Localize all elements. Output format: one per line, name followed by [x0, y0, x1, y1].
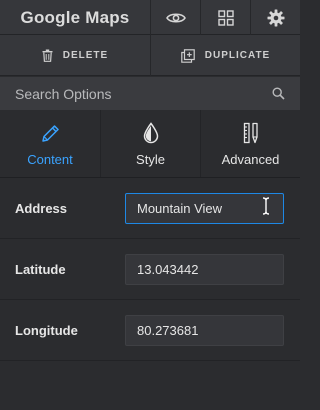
- latitude-label: Latitude: [15, 261, 66, 277]
- address-label: Address: [15, 200, 68, 216]
- tab-bar: Content Style Advanced: [0, 110, 300, 178]
- latitude-row: Latitude: [0, 239, 300, 300]
- longitude-input[interactable]: [125, 315, 284, 346]
- trash-icon: [42, 49, 53, 62]
- eye-icon: [165, 12, 186, 23]
- drop-icon: [143, 122, 158, 144]
- tools-icon: [243, 122, 258, 144]
- search-input[interactable]: [15, 85, 272, 102]
- delete-button[interactable]: DELETE: [0, 35, 150, 76]
- text-cursor-icon: [262, 197, 270, 215]
- longitude-row: Longitude: [0, 300, 300, 361]
- tab-advanced-label: Advanced: [221, 152, 280, 167]
- address-input[interactable]: [125, 193, 284, 224]
- search-bar: [0, 77, 300, 110]
- tab-content[interactable]: Content: [0, 110, 100, 177]
- duplicate-label: DUPLICATE: [204, 50, 271, 61]
- tab-content-label: Content: [27, 152, 73, 167]
- address-row: Address: [0, 178, 300, 239]
- settings-button[interactable]: [250, 0, 300, 35]
- grid-icon: [217, 9, 234, 26]
- preview-button[interactable]: [150, 0, 200, 35]
- panel-title: Google Maps: [20, 7, 130, 27]
- search-icon[interactable]: [272, 87, 285, 100]
- pencil-icon: [42, 125, 59, 142]
- action-bar: DELETE DUPLICATE: [0, 35, 300, 76]
- delete-label: DELETE: [62, 50, 109, 61]
- panel-header: Google Maps: [0, 0, 300, 35]
- tab-style-label: Style: [136, 152, 165, 167]
- longitude-label: Longitude: [15, 322, 78, 338]
- duplicate-icon: [180, 48, 195, 63]
- tab-style[interactable]: Style: [100, 110, 200, 177]
- layout-button[interactable]: [200, 0, 250, 35]
- latitude-input[interactable]: [125, 254, 284, 285]
- gear-icon: [267, 9, 284, 26]
- tab-advanced[interactable]: Advanced: [200, 110, 300, 177]
- duplicate-button[interactable]: DUPLICATE: [150, 35, 300, 76]
